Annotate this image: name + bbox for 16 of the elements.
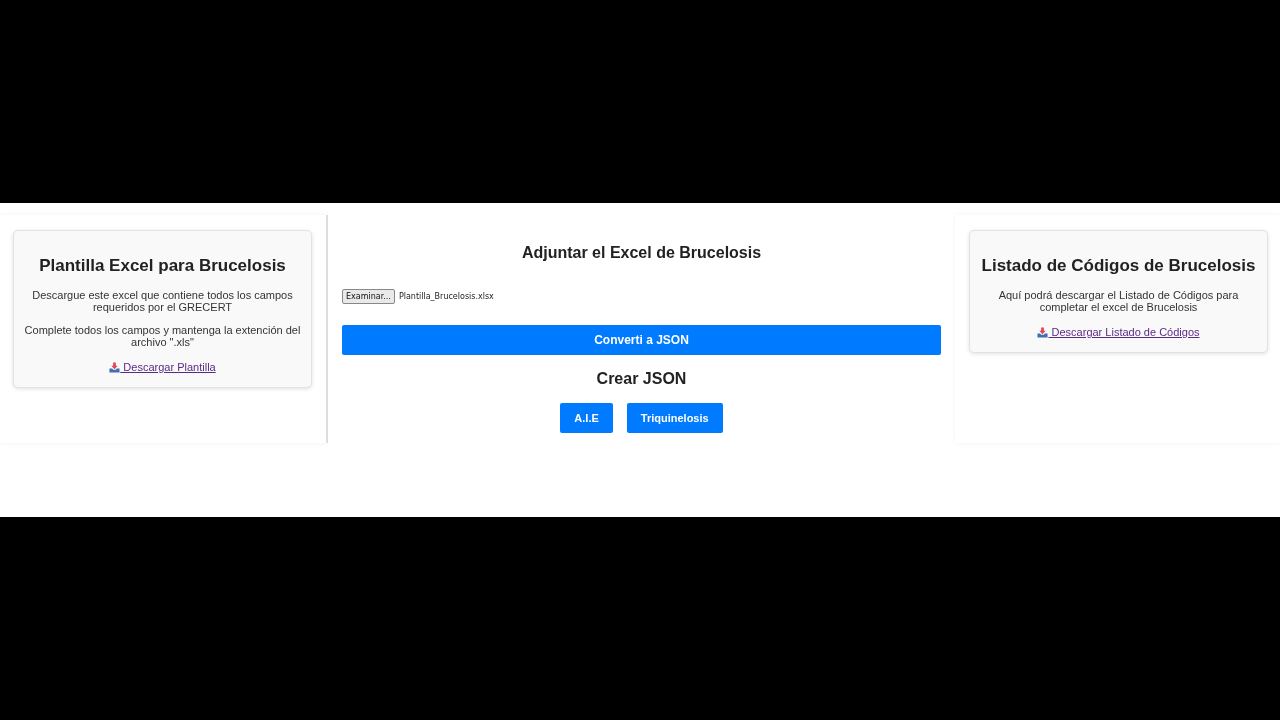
card-text: Aquí podrá descargar el Listado de Códigos para completar el excel de Brucelosis: [997, 289, 1240, 313]
download-icon: [1037, 327, 1049, 338]
download-icon: [109, 362, 121, 373]
card-text: Descargue este excel que contiene todos los campos requeridos por el GRECERT: [31, 289, 294, 313]
download-link[interactable]: Descargar Plantilla: [109, 361, 216, 374]
convert-button[interactable]: Converti a JSON: [342, 325, 941, 355]
create-json-button[interactable]: A.I.E: [560, 403, 613, 433]
card-title: Plantilla Excel para Brucelosis: [38, 256, 287, 276]
create-json-button[interactable]: Triquinelosis: [626, 403, 723, 433]
browse-button[interactable]: Examinar...: [342, 289, 395, 304]
download-link[interactable]: Descargar Listado de Códigos: [1037, 326, 1200, 339]
card-text: Complete todos los campos y mantenga la extención del archivo ".xls": [23, 324, 302, 348]
file-name: Plantilla_Brucelosis.xlsx: [398, 292, 494, 301]
card-title: Listado de Códigos de Brucelosis: [980, 256, 1257, 276]
upload-title: Adjuntar el Excel de Brucelosis: [520, 243, 763, 263]
section-title: Crear JSON: [595, 369, 688, 389]
